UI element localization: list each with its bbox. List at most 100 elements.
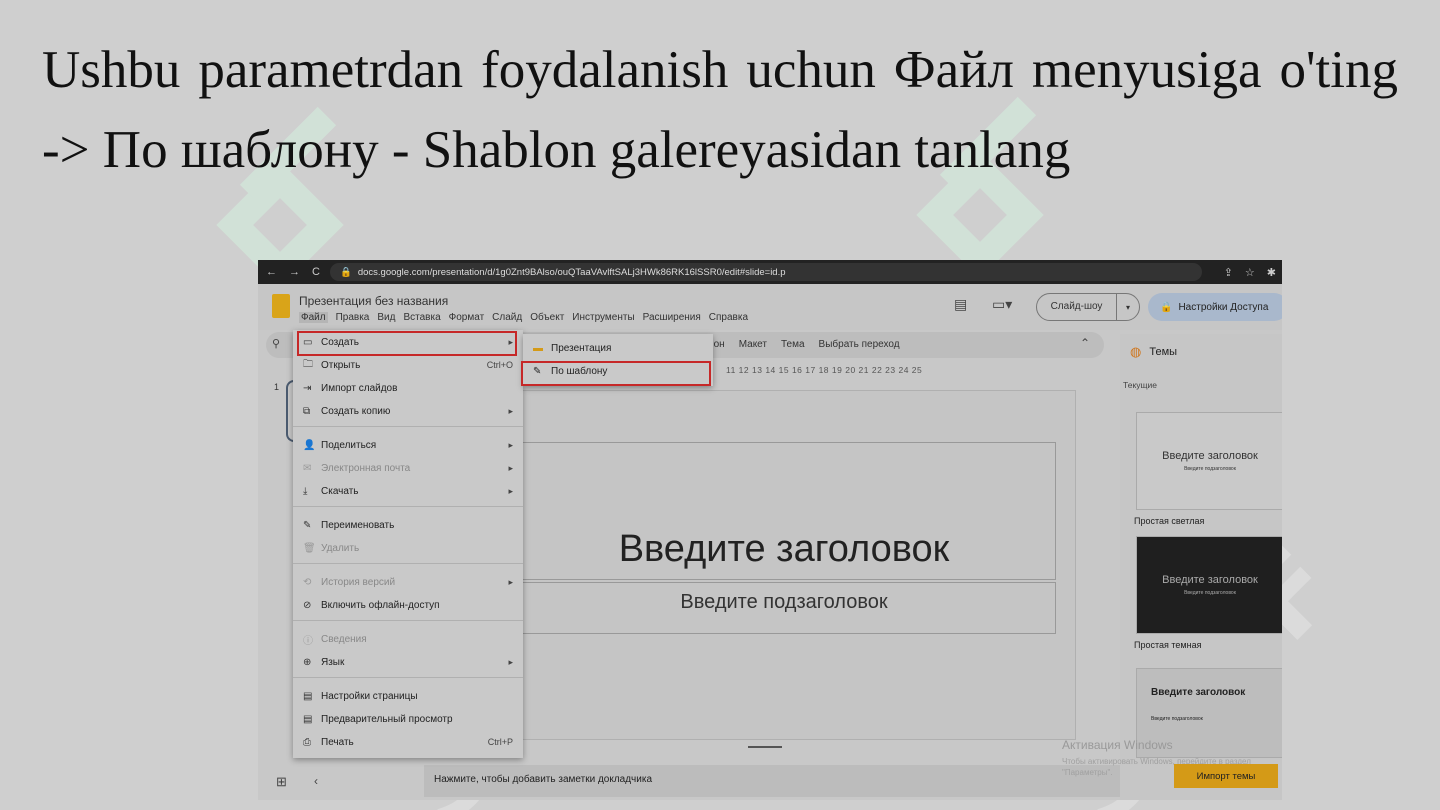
slide-number: 1 [274,382,280,392]
import-theme-button[interactable]: Импорт темы [1174,764,1278,788]
submenu-arrow-icon: ▸ [508,439,513,450]
toolbar-theme[interactable]: Тема [781,339,805,350]
menu-edit[interactable]: Правка [336,312,370,323]
submenu-arrow-icon: ▸ [508,656,513,667]
preview-icon: ▤ [303,713,313,725]
file-menu-offline[interactable]: ⊘ Включить офлайн-доступ [293,595,523,615]
menu-item-label: Удалить [321,542,360,554]
menu-item-label: Язык [321,656,345,668]
browser-bar: ← → C 🔒 docs.google.com/presentation/d/1… [258,260,1282,284]
extensions-icon[interactable]: ✱ [1267,266,1276,279]
share-access-button[interactable]: 🔒 Настройки Доступа [1148,293,1282,321]
menu-item-label: Электронная почта [321,462,411,474]
theme-card-light[interactable]: Введите заголовок Введите подзаголовок [1136,412,1282,510]
notes-resize-handle[interactable] [748,746,782,748]
submenu-presentation[interactable]: ▬ Презентация [523,337,713,359]
submenu-arrow-icon: ▸ [508,485,513,496]
menu-item-label: Включить офлайн-доступ [321,599,440,611]
file-menu-email: ✉ Электронная почта ▸ [293,458,523,478]
slides-logo-icon[interactable] [272,294,290,318]
slideshow-button[interactable]: Слайд-шоу ▾ [1036,293,1140,321]
theme-card-subtitle: Введите подзаголовок [1151,716,1203,722]
toolbar-transition[interactable]: Выбрать переход [819,339,900,350]
file-menu-print[interactable]: ⎙ Печать Ctrl+P [293,732,523,752]
submenu-arrow-icon: ▸ [508,405,513,416]
slides-icon: ▬ [533,342,543,354]
toolbar-layout[interactable]: Макет [739,339,767,350]
theme-card-dark[interactable]: Введите заголовок Введите подзаголовок [1136,536,1282,634]
import-icon: ⇥ [303,382,312,394]
menu-format[interactable]: Формат [449,312,485,323]
menu-item-label: Поделиться [321,439,377,451]
menu-file[interactable]: Файл [299,312,328,323]
mail-icon: ✉ [303,462,312,474]
highlight-create [297,331,517,356]
theme-card-title: Введите заголовок [1151,687,1246,698]
folder-icon: 🗀 [303,358,313,370]
share-access-label: Настройки Доступа [1178,301,1269,313]
file-menu-details: ⓘ Сведения [293,629,523,649]
menu-divider [293,426,523,427]
themes-panel: ◍ Темы Текущие Введите заголовок Введите… [1120,334,1282,800]
menu-divider [293,506,523,507]
reload-icon[interactable]: C [312,266,320,278]
copy-icon: ⧉ [303,405,311,417]
speaker-notes[interactable]: Нажмите, чтобы добавить заметки докладчи… [424,765,1124,797]
info-icon: ⓘ [303,635,313,647]
menu-insert[interactable]: Вставка [403,312,440,323]
file-menu-language[interactable]: ⊕ Язык ▸ [293,652,523,672]
chevron-down-icon[interactable]: ▾ [1117,303,1139,312]
highlight-from-template [521,361,711,386]
file-menu-version-history: ⟲ История версий ▸ [293,572,523,592]
menu-slide[interactable]: Слайд [492,312,522,323]
file-menu: ▭ Создать ▸ 🗀 Открыть Ctrl+O ⇥ Импорт сл… [293,330,523,758]
file-menu-download[interactable]: ⤓ Скачать ▸ [293,481,523,501]
trash-icon: 🗑 [303,542,316,554]
chevron-left-icon[interactable]: ‹ [314,774,318,788]
file-menu-share[interactable]: 👤 Поделиться ▸ [293,435,523,455]
file-menu-rename[interactable]: ✎ Переименовать [293,515,523,535]
app-header: Презентация без названия Файл Правка Вид… [258,284,1282,330]
menu-tools[interactable]: Инструменты [572,312,634,323]
forward-icon[interactable]: → [289,266,300,278]
ruler: 11 12 13 14 15 16 17 18 19 20 21 22 23 2… [726,365,923,375]
themes-current-label: Текущие [1123,380,1157,390]
subtitle-placeholder[interactable]: Введите подзаголовок [512,582,1056,634]
subtitle-placeholder-text: Введите подзаголовок [680,591,888,613]
meet-icon[interactable]: ▭▾ [992,296,1012,313]
menu-view[interactable]: Вид [377,312,395,323]
grid-view-icon[interactable]: ⊞ [276,774,287,790]
history-icon: ⟲ [303,576,312,588]
menu-help[interactable]: Справка [709,312,748,323]
submenu-arrow-icon: ▸ [508,462,513,473]
title-placeholder[interactable]: Введите заголовок [512,442,1056,580]
menu-object[interactable]: Объект [530,312,564,323]
file-menu-print-preview[interactable]: ▤ Предварительный просмотр [293,709,523,729]
comments-icon[interactable]: ▤ [954,296,967,313]
pencil-icon: ✎ [303,519,312,531]
person-add-icon: 👤 [303,439,316,451]
menu-item-shortcut: Ctrl+O [486,360,513,370]
page-setup-icon: ▤ [303,690,313,702]
file-menu-import-slides[interactable]: ⇥ Импорт слайдов [293,378,523,398]
file-menu-page-setup[interactable]: ▤ Настройки страницы [293,686,523,706]
share-icon[interactable]: ⇪ [1224,266,1233,279]
url-bar[interactable]: 🔒 docs.google.com/presentation/d/1g0Znt9… [330,263,1202,281]
menu-item-label: Сведения [321,633,367,645]
menu-item-label: История версий [321,576,396,588]
file-menu-open[interactable]: 🗀 Открыть Ctrl+O [293,355,523,375]
theme-card-title: Введите заголовок [1162,450,1258,462]
themes-header: Темы [1149,346,1178,358]
menu-item-label: Переименовать [321,519,395,531]
back-icon[interactable]: ← [266,266,277,278]
star-icon[interactable]: ☆ [1245,266,1255,279]
url-text: docs.google.com/presentation/d/1g0Znt9BA… [357,266,786,278]
file-menu-make-copy[interactable]: ⧉ Создать копию ▸ [293,401,523,421]
theme-card-subtitle: Введите подзаголовок [1184,590,1236,596]
document-title[interactable]: Презентация без названия [299,294,448,308]
collapse-icon[interactable]: ⌃ [1080,336,1090,350]
menu-extensions[interactable]: Расширения [643,312,701,323]
menu-item-label: Создать копию [321,405,391,417]
theme-card-subtitle: Введите подзаголовок [1184,466,1236,472]
search-icon[interactable]: ⚲ [272,337,280,350]
